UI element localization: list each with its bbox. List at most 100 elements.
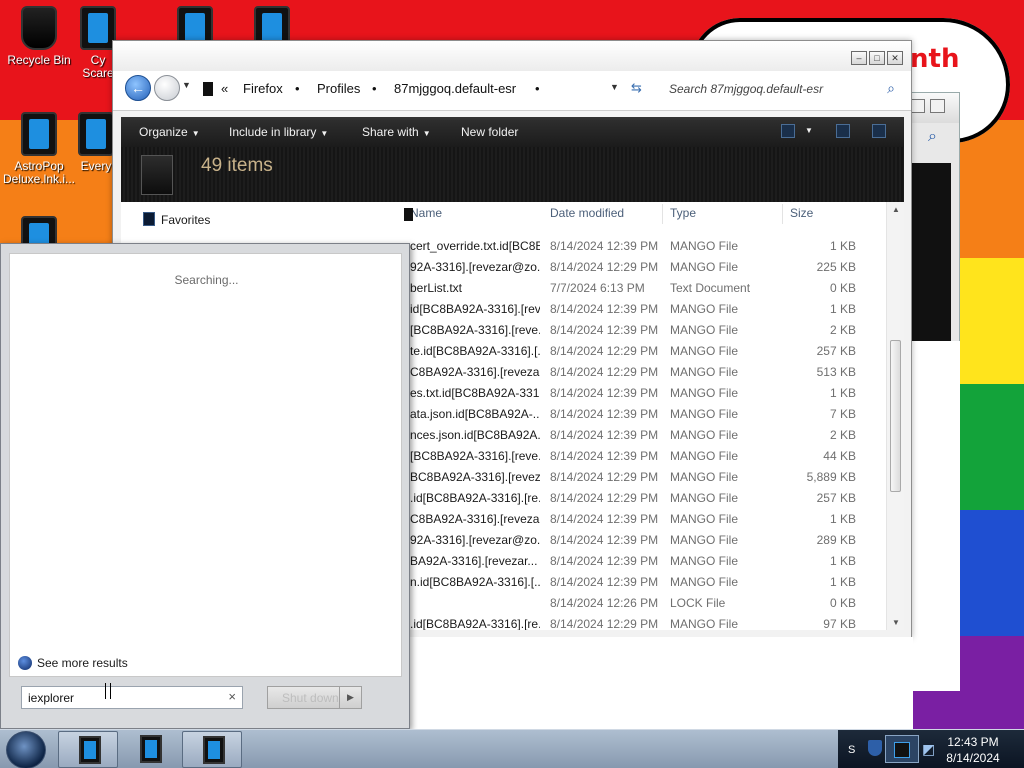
file-type: MANGO File (670, 575, 739, 589)
network-icon[interactable]: ◩ (922, 741, 935, 758)
background-window-lower (408, 637, 913, 729)
background-window-titlebar[interactable] (906, 93, 959, 123)
breadcrumb-separator[interactable]: • (295, 81, 300, 96)
file-date-modified: 8/14/2024 12:39 PM (550, 239, 659, 253)
file-name: te.id[BC8BA92A-3316].[... (410, 344, 540, 358)
taskbar-app-button[interactable] (58, 731, 118, 768)
start-search-input[interactable]: iexplorer × (21, 686, 243, 709)
organize-label: Organize (139, 125, 188, 139)
scroll-up-arrow[interactable]: ▲ (892, 205, 900, 214)
file-size: 257 KB (816, 344, 856, 358)
file-size: 289 KB (816, 533, 856, 547)
breadcrumb-firefox[interactable]: Firefox (243, 81, 283, 96)
file-type: MANGO File (670, 302, 739, 316)
search-input[interactable]: Search 87mjggoq.default-esr (669, 82, 823, 96)
window-controls: – □ ✕ (851, 51, 903, 65)
file-size: 2 KB (829, 323, 856, 337)
address-bar-row: ← ▼ « Firefox • Profiles • 87mjggoq.defa… (113, 71, 911, 111)
file-name: ata.json.id[BC8BA92A-... (410, 407, 540, 421)
file-name: C8BA92A-3316].[reveza... (410, 365, 540, 379)
file-name: .id[BC8BA92A-3316].[re... (410, 617, 540, 630)
breadcrumb-separator[interactable]: • (372, 81, 377, 96)
close-button[interactable] (930, 99, 945, 113)
scroll-down-arrow[interactable]: ▼ (892, 618, 900, 627)
file-date-modified: 8/14/2024 12:29 PM (550, 365, 659, 379)
taskbar-app-button[interactable] (120, 731, 180, 768)
address-dropdown-arrow[interactable]: ▼ (610, 82, 619, 92)
shutdown-options-arrow[interactable]: ▶ (339, 687, 361, 708)
maximize-button[interactable] (910, 99, 925, 113)
file-size: 1 KB (829, 554, 856, 568)
file-type: MANGO File (670, 449, 739, 463)
breadcrumb-profile-folder[interactable]: 87mjggoq.default-esr (394, 81, 516, 96)
column-header-type[interactable]: Type (670, 206, 696, 228)
include-in-library-button[interactable]: Include in library ▼ (229, 125, 328, 139)
preview-pane-icon[interactable] (836, 124, 850, 138)
desktop-icon-cy-scare[interactable]: Cy Scare (80, 6, 116, 80)
search-icon[interactable]: ⌕ (887, 80, 895, 97)
forward-button[interactable] (154, 75, 180, 101)
tray-overflow[interactable]: S (848, 744, 855, 756)
column-header-date[interactable]: Date modified (550, 206, 624, 228)
breadcrumb-profiles[interactable]: Profiles (317, 81, 360, 96)
desktop-icon-label: Every (80, 159, 112, 173)
app-icon (140, 735, 162, 763)
clear-search-icon[interactable]: × (228, 689, 236, 704)
desktop-icon-every[interactable]: Every (78, 112, 114, 173)
file-date-modified: 8/14/2024 12:29 PM (550, 617, 659, 630)
organize-button[interactable]: Organize ▼ (139, 125, 200, 139)
clock-time[interactable]: 12:43 PM (938, 735, 1008, 749)
shutdown-label: Shut down (282, 691, 339, 705)
file-date-modified: 8/14/2024 12:39 PM (550, 407, 659, 421)
file-type: MANGO File (670, 512, 739, 526)
maximize-button[interactable]: □ (869, 51, 885, 65)
clock-date[interactable]: 8/14/2024 (938, 751, 1008, 765)
desktop-icon-recycle-bin[interactable]: Recycle Bin (1, 6, 77, 67)
help-icon[interactable] (872, 124, 886, 138)
start-button[interactable] (6, 731, 46, 768)
file-type: Text Document (670, 281, 751, 295)
file-size: 5,889 KB (806, 470, 856, 484)
breadcrumb-overflow[interactable]: « (221, 81, 228, 96)
start-search-value[interactable]: iexplorer (28, 691, 74, 705)
action-center-icon[interactable] (885, 735, 919, 763)
close-button[interactable]: ✕ (887, 51, 903, 65)
background-window-toolbar (906, 163, 951, 341)
taskbar-app-button[interactable] (182, 731, 242, 768)
background-window[interactable]: ⌕ (905, 92, 960, 691)
breadcrumb-separator[interactable]: • (535, 81, 540, 96)
new-folder-button[interactable]: New folder (461, 125, 518, 139)
explorer-titlebar[interactable]: – □ ✕ (113, 41, 911, 71)
search-icon[interactable]: ⌕ (928, 128, 937, 146)
file-name: C8BA92A-3316].[reveza... (410, 512, 540, 526)
details-pane: 49 items (121, 147, 904, 202)
shutdown-button[interactable]: Shut down ▶ (267, 686, 362, 709)
back-button[interactable]: ← (125, 75, 151, 101)
scrollbar-thumb[interactable] (890, 340, 901, 492)
vertical-scrollbar[interactable]: ▲ ▼ (886, 202, 904, 630)
see-more-results-link[interactable]: See more results (18, 656, 128, 670)
nav-item-favorites[interactable]: Favorites (161, 213, 210, 227)
column-divider[interactable] (782, 204, 783, 224)
new-folder-label: New folder (461, 125, 519, 139)
desktop-icon-label: Recycle Bin (7, 53, 71, 67)
file-size: 0 KB (829, 596, 856, 610)
chevron-down-icon: ▼ (320, 129, 329, 138)
refresh-icon[interactable]: ⇆ (631, 80, 642, 96)
column-divider[interactable] (662, 204, 663, 224)
text-cursor-icon (105, 683, 111, 699)
search-box[interactable]: Search 87mjggoq.default-esr ⌕ (661, 77, 901, 101)
recent-pages-dropdown[interactable]: ▼ (182, 80, 191, 90)
share-with-button[interactable]: Share with ▼ (362, 125, 431, 139)
app-icon (79, 736, 101, 764)
minimize-button[interactable]: – (851, 51, 867, 65)
column-header-name[interactable]: Name (410, 206, 442, 228)
view-options-dropdown[interactable]: ▼ (805, 126, 813, 135)
change-view-icon[interactable] (781, 124, 795, 138)
file-date-modified: 8/14/2024 12:29 PM (550, 470, 659, 484)
file-date-modified: 7/7/2024 6:13 PM (550, 281, 645, 295)
shield-icon[interactable] (868, 740, 882, 756)
desktop-icon-astropop[interactable]: AstroPop Deluxe.lnk.i... (1, 112, 77, 186)
column-header-size[interactable]: Size (790, 206, 813, 228)
share-with-label: Share with (362, 125, 419, 139)
